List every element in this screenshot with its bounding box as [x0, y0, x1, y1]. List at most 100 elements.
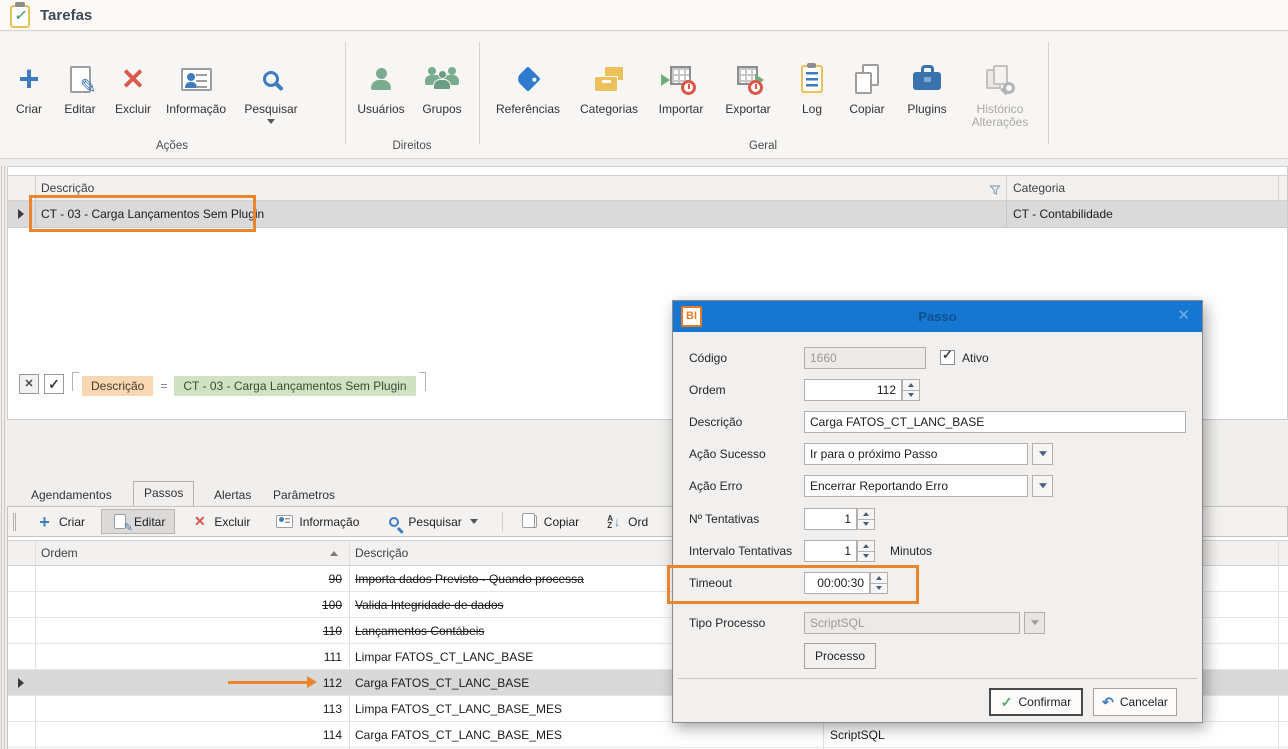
ordem-spinner[interactable] [902, 379, 920, 401]
acao-sucesso-field[interactable]: Ir para o próximo Passo [804, 443, 1028, 465]
calendar-export-icon [729, 60, 767, 98]
tentativas-field[interactable]: 1 [804, 508, 857, 530]
tab-alertas[interactable]: Alertas [204, 484, 261, 506]
editar-button[interactable]: Editar [56, 58, 104, 116]
user-icon [362, 60, 400, 98]
dialog-title: Passo [673, 301, 1202, 332]
close-icon[interactable]: ✕ [1177, 301, 1190, 332]
codigo-field: 1660 [804, 347, 926, 369]
undo-icon [1102, 694, 1114, 711]
user-group-icon [423, 60, 461, 98]
steps-criar-button[interactable]: Criar [26, 509, 95, 534]
filter-value-chip[interactable]: CT - 03 - Carga Lançamentos Sem Plugin [174, 376, 415, 396]
ribbon-group-direitos: Direitos [346, 140, 478, 152]
annotation-arrow [228, 681, 313, 684]
chevron-down-icon [267, 119, 275, 128]
acao-sucesso-dropdown-button[interactable] [1032, 443, 1053, 465]
criar-button[interactable]: Criar [6, 58, 52, 116]
categorias-button[interactable]: Categorias [572, 58, 646, 116]
filter-expression: Descrição = CT - 03 - Carga Lançamentos … [72, 372, 426, 396]
tab-parametros[interactable]: Parâmetros [263, 484, 345, 506]
column-header-categoria[interactable]: Categoria [1013, 176, 1065, 200]
delete-x-icon [114, 60, 152, 98]
cancelar-button[interactable]: Cancelar [1093, 688, 1177, 716]
exportar-button[interactable]: Exportar [716, 58, 780, 116]
copiar-button[interactable]: Copiar [840, 58, 894, 116]
passo-dialog: BI Passo ✕ Código 1660 Ativo Ordem 112 D… [672, 300, 1203, 723]
chevron-down-icon [470, 519, 478, 528]
pesquisar-button[interactable]: Pesquisar [236, 58, 306, 128]
column-header-ordem[interactable]: Ordem [41, 541, 78, 565]
tentativas-label: Nº Tentativas [689, 508, 759, 530]
acao-erro-dropdown-button[interactable] [1032, 475, 1053, 497]
row-indicator-icon [18, 209, 24, 219]
ativo-label: Ativo [962, 347, 989, 369]
clipboard-check-icon [10, 2, 32, 29]
processo-button[interactable]: Processo [804, 643, 876, 669]
descricao-label: Descrição [689, 411, 742, 433]
steps-excluir-button[interactable]: Excluir [181, 509, 260, 534]
title-bar: Tarefas [0, 0, 1288, 31]
filter-bar: Descrição = CT - 03 - Carga Lançamentos … [19, 371, 426, 397]
steps-editar-button[interactable]: Editar [101, 509, 175, 534]
filter-operator[interactable]: = [160, 376, 167, 396]
filter-field-chip[interactable]: Descrição [82, 376, 153, 396]
excluir-button[interactable]: Excluir [108, 58, 158, 116]
toolbar-grip[interactable] [13, 513, 16, 531]
boxes-icon [590, 60, 628, 98]
tab-passos[interactable]: Passos [133, 481, 194, 506]
tipo-processo-field: ScriptSQL [804, 612, 1020, 634]
grupos-button[interactable]: Grupos [414, 58, 470, 116]
referencias-button[interactable]: Referências [488, 58, 568, 116]
intervalo-spinner[interactable] [857, 540, 875, 562]
log-button[interactable]: Log [788, 58, 836, 116]
plugins-button[interactable]: Plugins [898, 58, 956, 116]
intervalo-label: Intervalo Tentativas [689, 540, 792, 562]
copy-icon [521, 513, 538, 530]
sort-az-icon [605, 513, 622, 530]
ribbon-group-geral: Geral [480, 140, 1046, 152]
id-card-icon [177, 60, 215, 98]
app-window: Tarefas Criar Editar Excluir Informação … [0, 0, 1288, 749]
acao-erro-label: Ação Erro [689, 475, 742, 497]
steps-pesquisar-button[interactable]: Pesquisar [375, 509, 487, 534]
descricao-field[interactable]: Carga FATOS_CT_LANC_BASE [804, 411, 1186, 433]
ordem-field[interactable]: 112 [804, 379, 902, 401]
acao-erro-field[interactable]: Encerrar Reportando Erro [804, 475, 1028, 497]
ribbon-separator [1048, 42, 1049, 144]
column-header-descricao[interactable]: Descrição [355, 541, 408, 565]
ribbon-toolbar: Criar Editar Excluir Informação Pesquisa… [0, 32, 1288, 159]
plus-icon [36, 513, 53, 530]
informacao-button[interactable]: Informação [158, 58, 234, 116]
filter-funnel-icon[interactable] [989, 183, 1001, 201]
toolbar-separator [502, 512, 503, 532]
intervalo-field[interactable]: 1 [804, 540, 857, 562]
step-tipo-cell: ScriptSQL [830, 722, 885, 748]
step-row[interactable]: 114 Carga FATOS_CT_LANC_BASE_MES ScriptS… [8, 722, 1288, 748]
tag-icon [509, 60, 547, 98]
ribbon-group-acoes: Ações [0, 140, 344, 152]
usuarios-button[interactable]: Usuários [352, 58, 410, 116]
annotation-highlight-box [29, 195, 256, 232]
tab-agendamentos[interactable]: Agendamentos [21, 484, 122, 506]
tentativas-spinner[interactable] [857, 508, 875, 530]
dialog-title-bar[interactable]: BI Passo ✕ [673, 301, 1202, 332]
filter-enabled-checkbox[interactable] [44, 374, 64, 394]
steps-informacao-button[interactable]: Informação [266, 509, 369, 534]
row-indicator-icon [18, 678, 24, 688]
importar-button[interactable]: Importar [650, 58, 712, 116]
acao-sucesso-label: Ação Sucesso [689, 443, 766, 465]
ativo-checkbox[interactable] [940, 350, 955, 365]
ribbon-separator [479, 42, 480, 144]
calendar-import-icon [662, 60, 700, 98]
annotation-highlight-box [667, 565, 919, 604]
clipboard-log-icon [793, 60, 831, 98]
steps-ordenar-button[interactable]: Ord [595, 509, 658, 534]
steps-copiar-button[interactable]: Copiar [511, 509, 589, 534]
id-card-icon [276, 513, 293, 530]
minutos-label: Minutos [890, 540, 932, 562]
filter-remove-button[interactable] [19, 374, 39, 394]
edit-document-icon [61, 60, 99, 98]
copy-icon [848, 60, 886, 98]
confirmar-button[interactable]: Confirmar [989, 688, 1083, 716]
